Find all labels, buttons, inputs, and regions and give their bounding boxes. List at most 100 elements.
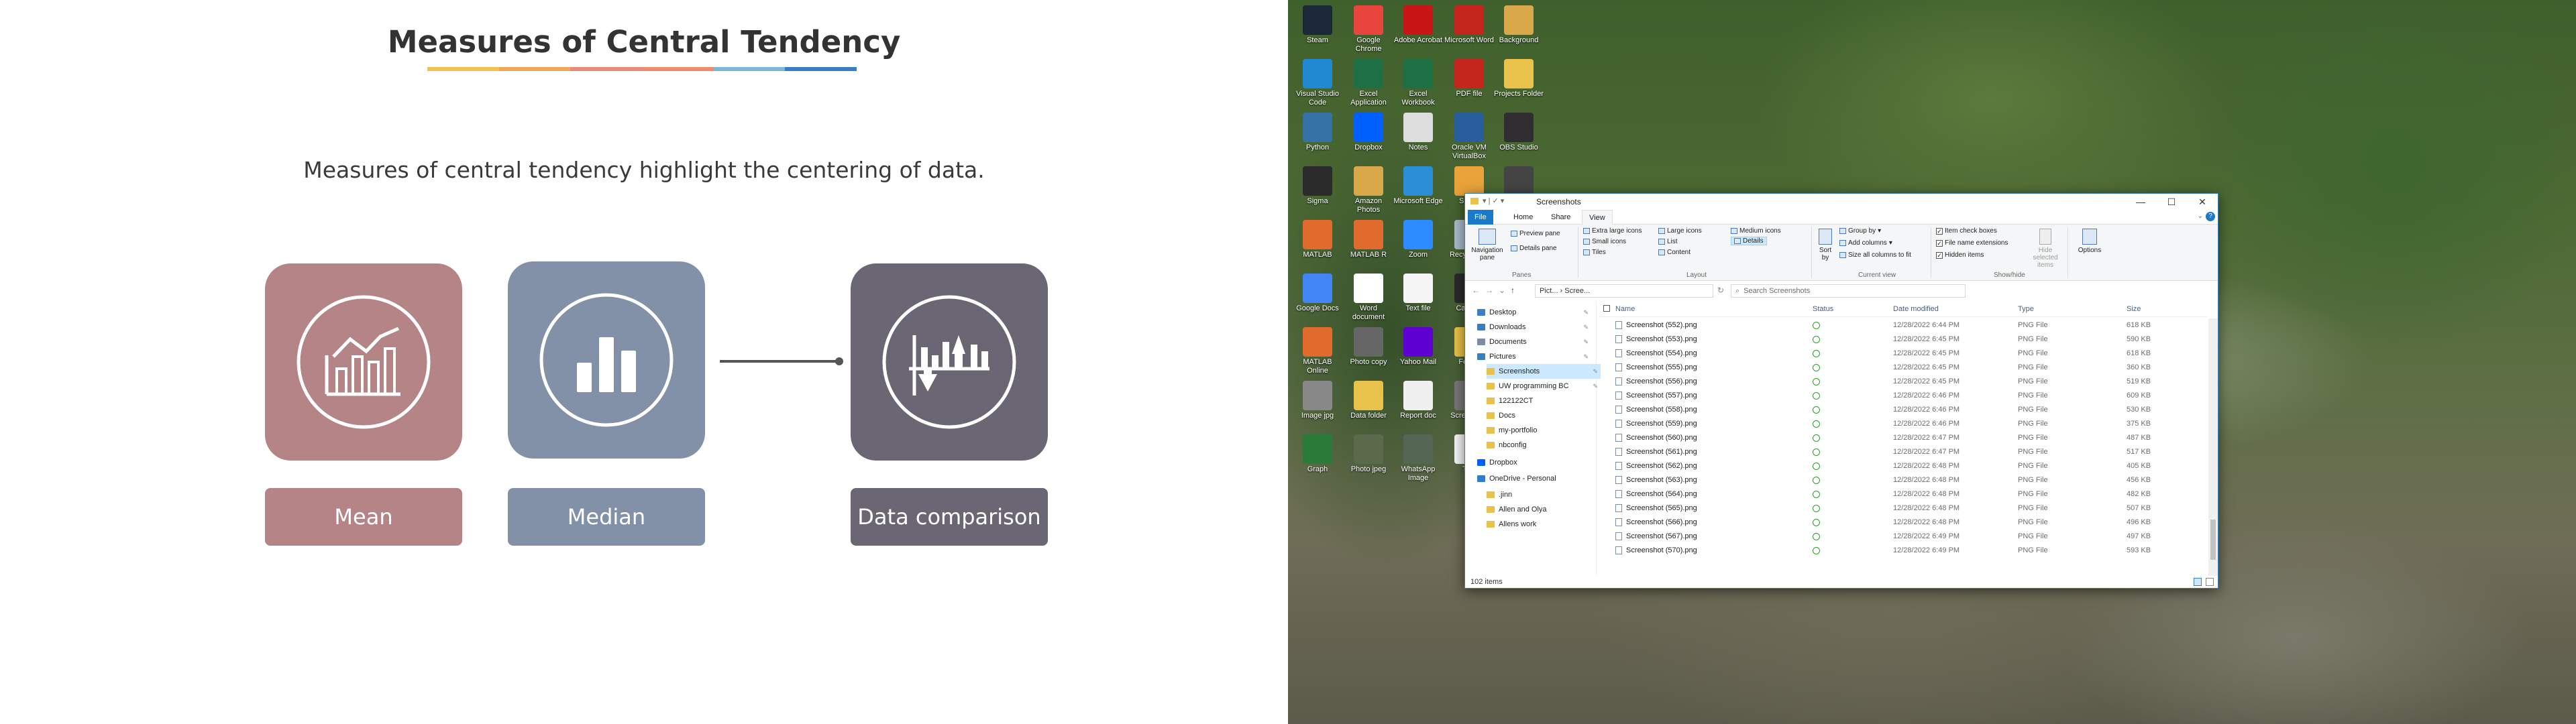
layout-medium-icons[interactable]: Medium icons [1731,227,1781,235]
hide-selected-items-button[interactable]: Hide selected items [2029,229,2062,269]
nav-item[interactable]: .jinn [1487,487,1601,502]
nav-item[interactable]: Downloads ✎ [1477,320,1591,335]
table-row[interactable]: Screenshot (561).png 12/28/2022 6:47 PM PN… [1599,445,2207,459]
table-row[interactable]: Screenshot (558).png 12/28/2022 6:46 PM PN… [1599,403,2207,417]
file-size: 487 KB [2127,434,2151,442]
table-row[interactable]: Screenshot (559).png 12/28/2022 6:46 PM PN… [1599,417,2207,431]
quick-access-toolbar[interactable]: ▾ | ✓ ▾ [1483,196,1504,205]
nav-item[interactable]: UW programming BC ✎ [1487,379,1601,394]
table-row[interactable]: Screenshot (555).png 12/28/2022 6:45 PM PN… [1599,361,2207,375]
layout-small-icons[interactable]: Small icons [1583,238,1626,245]
column-type[interactable]: Type [2018,305,2034,313]
nav-item[interactable]: my-portfolio [1487,423,1601,438]
select-all-checkbox[interactable] [1603,305,1610,314]
nav-item[interactable]: OneDrive - Personal [1477,471,1591,486]
group-by-button[interactable]: Group by ▾ [1839,227,1881,235]
layout-large-icons[interactable]: Large icons [1658,227,1702,235]
hidden-items-toggle[interactable]: ✓ Hidden items [1936,251,1984,259]
file-name: Screenshot (556).png [1615,375,1697,389]
table-row[interactable]: Screenshot (570).png 12/28/2022 6:49 PM PN… [1599,544,2207,558]
nav-item[interactable]: Pictures ✎ [1477,349,1591,364]
file-size: 590 KB [2127,335,2151,343]
png-file-icon [1615,434,1622,442]
nav-item[interactable]: Docs [1487,408,1601,423]
nav-item[interactable]: Documents ✎ [1477,335,1591,349]
nav-item[interactable]: Allens work [1487,517,1601,532]
search-input[interactable]: ⌕ Search Screenshots [1731,284,1966,298]
address-input[interactable]: Pict... › Scree... [1535,284,1713,298]
table-row[interactable]: Screenshot (560).png 12/28/2022 6:47 PM PN… [1599,431,2207,445]
size-columns-button[interactable]: Size all columns to fit [1839,251,1911,259]
png-file-icon [1615,532,1622,541]
layout-details[interactable]: Details [1731,237,1767,245]
table-row[interactable]: Screenshot (553).png 12/28/2022 6:45 PM PN… [1599,333,2207,347]
close-button[interactable]: ✕ [2187,194,2218,210]
file-name-extensions-toggle[interactable]: ✓ File name extensions [1936,239,2008,247]
title-bar[interactable]: ▾ | ✓ ▾ Screenshots — ☐ ✕ [1465,194,2218,210]
file-explorer-window[interactable]: ▾ | ✓ ▾ Screenshots — ☐ ✕ File Home Shar… [1464,193,2218,589]
preview-pane-button[interactable]: Preview pane [1511,230,1560,237]
refresh-icon[interactable]: ↻ [1717,286,1724,295]
column-name[interactable]: Name [1615,305,1635,313]
details-pane-button[interactable]: Details pane [1511,245,1557,252]
tab-share[interactable]: Share [1544,210,1577,225]
column-date-modified[interactable]: Date modified [1893,305,1939,313]
ribbon-collapse-icon[interactable]: ⌄ [2198,213,2203,220]
desktop-icon[interactable]: Graph [1292,432,1343,499]
details-view-icon[interactable] [2194,578,2202,586]
nav-item[interactable]: Desktop ✎ [1477,305,1591,320]
options-button[interactable]: Options [2073,229,2106,254]
file-type: PNG File [2018,462,2048,470]
file-type: PNG File [2018,349,2048,357]
table-row[interactable]: Screenshot (563).png 12/28/2022 6:48 PM PN… [1599,473,2207,487]
tab-home[interactable]: Home [1507,210,1540,225]
large-icons-view-icon[interactable] [2206,578,2214,586]
back-arrow-icon[interactable]: ← [1472,286,1480,295]
tab-view[interactable]: View [1582,210,1613,225]
layout-list[interactable]: List [1658,238,1678,245]
desktop-icon[interactable]: Photo jpeg [1343,432,1394,499]
column-status[interactable]: Status [1813,305,1833,313]
pin-icon: ✎ [1583,339,1589,345]
add-columns-button[interactable]: Add columns ▾ [1839,239,1892,247]
nav-item[interactable]: 122122CT [1487,394,1601,408]
underline-segment [570,67,643,71]
scrollbar-thumb[interactable] [2210,520,2216,560]
forward-arrow-icon[interactable]: → [1485,286,1493,295]
app-icon [1403,166,1433,196]
synced-check-icon [1813,321,1820,329]
layout-extra-large-icons[interactable]: Extra large icons [1583,227,1642,235]
navigation-pane-button[interactable]: Navigation pane [1469,229,1505,261]
table-row[interactable]: Screenshot (562).png 12/28/2022 6:48 PM PN… [1599,459,2207,473]
recent-locations-icon[interactable]: ⌄ [1499,286,1505,295]
nav-item[interactable]: Allen and Olya [1487,502,1601,517]
help-icon[interactable]: ? [2206,212,2215,221]
tab-file[interactable]: File [1468,210,1493,225]
maximize-button[interactable]: ☐ [2156,194,2187,210]
layout-tiles[interactable]: Tiles [1583,249,1606,256]
table-row[interactable]: Screenshot (556).png 12/28/2022 6:45 PM PN… [1599,375,2207,389]
file-name-text: Screenshot (552).png [1626,321,1697,329]
nav-item[interactable]: Dropbox [1477,455,1591,470]
underline-segment [713,67,786,71]
table-row[interactable]: Screenshot (566).png 12/28/2022 6:48 PM PN… [1599,516,2207,530]
nav-item[interactable]: nbconfig [1487,438,1601,452]
table-row[interactable]: Screenshot (552).png 12/28/2022 6:44 PM PN… [1599,318,2207,333]
table-row[interactable]: Screenshot (565).png 12/28/2022 6:48 PM PN… [1599,501,2207,516]
desktop-icon[interactable]: WhatsApp Image [1393,432,1444,499]
layout-content[interactable]: Content [1658,249,1690,256]
table-row[interactable]: Screenshot (554).png 12/28/2022 6:45 PM PN… [1599,347,2207,361]
file-size: 519 KB [2127,377,2151,385]
table-row[interactable]: Screenshot (564).png 12/28/2022 6:48 PM PN… [1599,487,2207,501]
table-row[interactable]: Screenshot (567).png 12/28/2022 6:49 PM PN… [1599,530,2207,544]
vertical-scrollbar[interactable] [2208,318,2218,576]
item-check-boxes-toggle[interactable]: ✓ Item check boxes [1936,227,1997,235]
sort-by-button[interactable]: Sort by [1815,229,1835,261]
file-type: PNG File [2018,532,2048,540]
minimize-button[interactable]: — [2125,194,2156,210]
column-size[interactable]: Size [2127,305,2141,313]
up-arrow-icon[interactable]: ↑ [1511,286,1515,295]
table-row[interactable]: Screenshot (557).png 12/28/2022 6:46 PM PN… [1599,389,2207,403]
folder-icon [1487,521,1495,528]
nav-item[interactable]: Screenshots ✎ [1487,364,1601,379]
